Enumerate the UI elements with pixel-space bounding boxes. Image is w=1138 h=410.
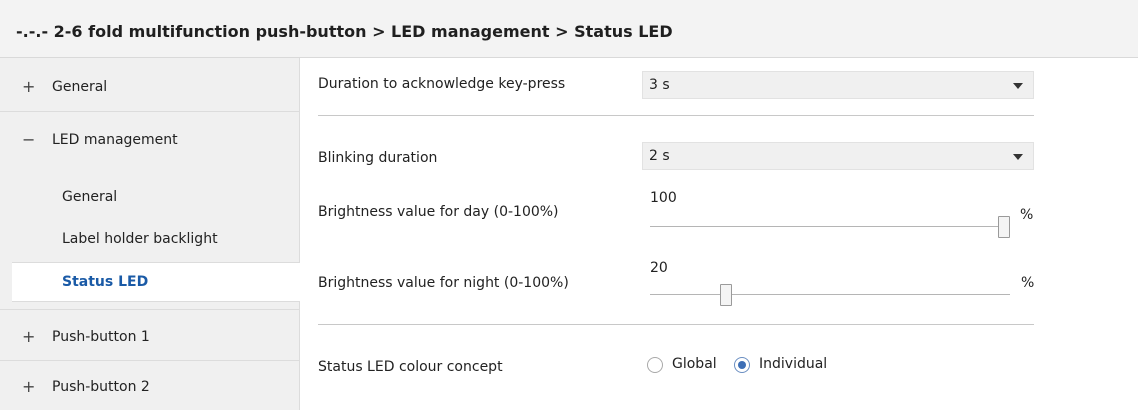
chevron-down-icon — [1013, 83, 1023, 89]
day-brightness-unit: % — [1020, 207, 1034, 223]
colour-concept-label: Status LED colour concept — [318, 359, 503, 375]
ack-duration-label: Duration to acknowledge key-press — [318, 76, 566, 92]
sidebar-subitem-label-holder-backlight[interactable]: Label holder backlight — [0, 221, 299, 259]
ack-duration-select[interactable]: 3 s — [642, 71, 1034, 99]
title-bar: -.-.- 2-6 fold multifunction push-button… — [0, 0, 1138, 58]
radio-global-label[interactable]: Global — [672, 356, 717, 372]
sidebar-subitem-status-led[interactable]: Status LED — [12, 262, 300, 302]
tree-notch-icon — [36, 161, 52, 169]
day-brightness-track[interactable] — [650, 226, 1010, 227]
chevron-down-icon — [1013, 154, 1023, 160]
sidebar-item-push-button-1[interactable]: + Push-button 1 — [0, 309, 299, 361]
sidebar-item-label: LED management — [52, 132, 178, 148]
night-brightness-slider-thumb[interactable] — [719, 284, 732, 306]
sidebar-subitem-general[interactable]: General — [0, 179, 299, 217]
blink-duration-select[interactable]: 2 s — [642, 142, 1034, 170]
sidebar-item-push-button-2[interactable]: + Push-button 2 — [0, 361, 299, 410]
sidebar-item-label: General — [62, 189, 118, 205]
sidebar-item-led-management[interactable]: − LED management — [0, 112, 299, 168]
ack-duration-value: 3 s — [649, 77, 670, 93]
day-brightness-value: 100 — [650, 190, 677, 206]
night-brightness-track[interactable] — [650, 294, 1010, 295]
radio-individual-label[interactable]: Individual — [759, 356, 827, 372]
sidebar-item-general[interactable]: + General — [0, 58, 299, 112]
night-brightness-label: Brightness value for night (0-100%) — [318, 275, 569, 291]
day-brightness-slider-thumb[interactable] — [998, 216, 1010, 238]
blink-duration-label: Blinking duration — [318, 150, 438, 166]
blink-duration-value: 2 s — [649, 148, 670, 164]
radio-individual[interactable] — [734, 357, 750, 373]
page-title: -.-.- 2-6 fold multifunction push-button… — [16, 22, 673, 41]
expand-icon[interactable]: + — [22, 377, 36, 396]
expand-icon[interactable]: + — [22, 77, 36, 96]
parameter-panel: Duration to acknowledge key-press 3 s Bl… — [300, 58, 1138, 410]
night-brightness-value: 20 — [650, 260, 668, 276]
expand-icon[interactable]: + — [22, 327, 36, 346]
radio-global[interactable] — [647, 357, 663, 373]
separator — [318, 324, 1034, 325]
day-brightness-label: Brightness value for day (0-100%) — [318, 204, 559, 220]
sidebar-item-label: Label holder backlight — [62, 231, 218, 247]
sidebar: + General − LED management General Label… — [0, 58, 300, 410]
separator — [318, 115, 1034, 116]
collapse-icon[interactable]: − — [22, 130, 36, 149]
sidebar-item-label: General — [52, 79, 108, 95]
night-brightness-unit: % — [1021, 275, 1035, 291]
sidebar-item-label: Status LED — [62, 274, 149, 290]
sidebar-item-label: Push-button 1 — [52, 329, 150, 345]
sidebar-item-label: Push-button 2 — [52, 379, 150, 395]
